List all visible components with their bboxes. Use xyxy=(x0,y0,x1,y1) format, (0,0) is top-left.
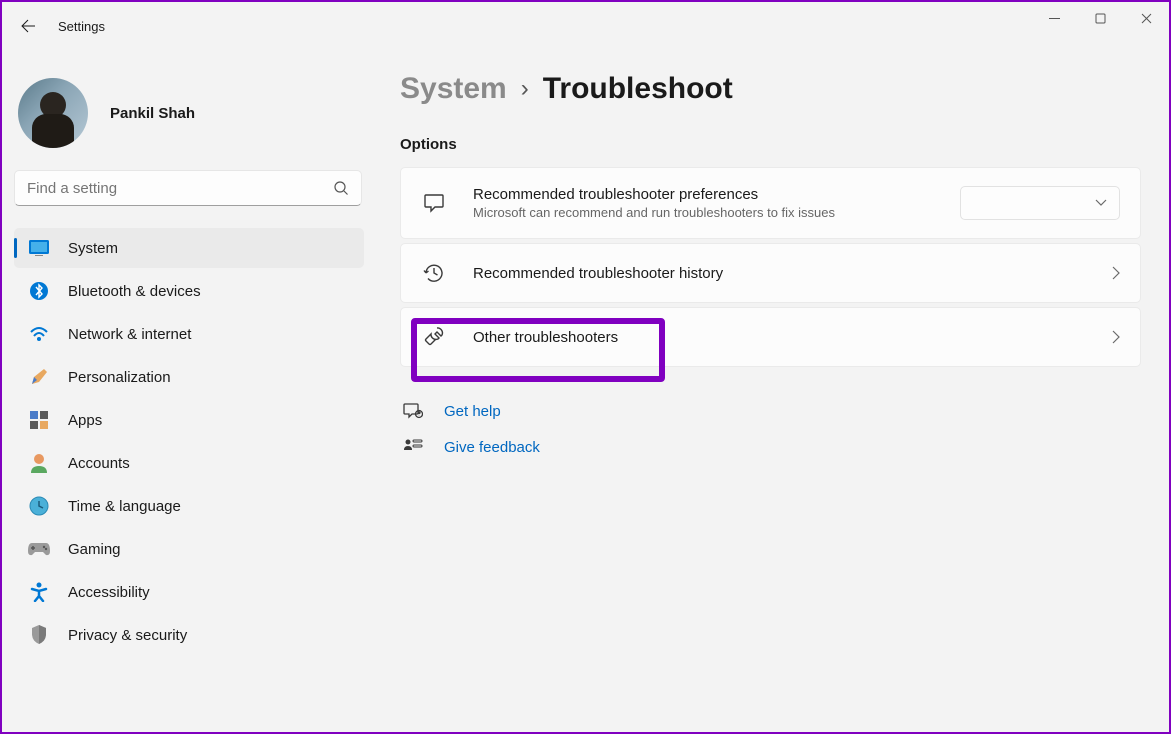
sidebar-item-label: Apps xyxy=(68,412,102,429)
card-title: Recommended troubleshooter preferences xyxy=(473,186,942,203)
sidebar-item-bluetooth[interactable]: Bluetooth & devices xyxy=(14,271,364,311)
sidebar-item-label: Privacy & security xyxy=(68,627,187,644)
sidebar-item-network[interactable]: Network & internet xyxy=(14,314,364,354)
main-content: System › Troubleshoot Options Recommende… xyxy=(372,50,1169,732)
chevron-right-icon: › xyxy=(521,75,529,103)
sidebar-item-label: System xyxy=(68,240,118,257)
sidebar-item-label: Bluetooth & devices xyxy=(68,283,201,300)
minimize-button[interactable] xyxy=(1031,2,1077,34)
maximize-button[interactable] xyxy=(1077,2,1123,34)
close-button[interactable] xyxy=(1123,2,1169,34)
history-icon xyxy=(421,262,447,284)
card-title: Recommended troubleshooter history xyxy=(473,265,1112,282)
apps-icon xyxy=(28,409,50,431)
arrow-left-icon xyxy=(20,18,36,34)
close-icon xyxy=(1141,13,1152,24)
system-icon xyxy=(28,237,50,259)
sidebar-item-label: Accessibility xyxy=(68,584,150,601)
help-link-label: Give feedback xyxy=(444,439,540,456)
search-icon xyxy=(333,180,349,196)
titlebar: Settings xyxy=(2,2,1169,50)
minimize-icon xyxy=(1049,13,1060,24)
help-link-label: Get help xyxy=(444,403,501,420)
card-subtitle: Microsoft can recommend and run troubles… xyxy=(473,205,942,220)
network-icon xyxy=(28,323,50,345)
sidebar-item-accounts[interactable]: Accounts xyxy=(14,443,364,483)
sidebar-item-personalization[interactable]: Personalization xyxy=(14,357,364,397)
breadcrumb-parent[interactable]: System xyxy=(400,72,507,106)
chevron-down-icon xyxy=(1095,199,1107,207)
sidebar-item-label: Personalization xyxy=(68,369,171,386)
card-title: Other troubleshooters xyxy=(473,329,1112,346)
card-troubleshooter-preferences[interactable]: Recommended troubleshooter preferences M… xyxy=(400,167,1141,239)
accessibility-icon xyxy=(28,581,50,603)
help-links: Get help Give feedback xyxy=(400,393,1141,465)
personalization-icon xyxy=(28,366,50,388)
wrench-icon xyxy=(421,326,447,348)
sidebar-item-label: Accounts xyxy=(68,455,130,472)
bluetooth-icon xyxy=(28,280,50,302)
chevron-right-icon xyxy=(1112,330,1120,344)
window-title: Settings xyxy=(58,19,105,34)
preferences-dropdown[interactable] xyxy=(960,186,1120,220)
sidebar-item-gaming[interactable]: Gaming xyxy=(14,529,364,569)
sidebar-item-label: Gaming xyxy=(68,541,121,558)
time-icon xyxy=(28,495,50,517)
gaming-icon xyxy=(28,538,50,560)
accounts-icon xyxy=(28,452,50,474)
sidebar-item-privacy[interactable]: Privacy & security xyxy=(14,615,364,655)
feedback-icon xyxy=(400,437,426,457)
sidebar-item-label: Time & language xyxy=(68,498,181,515)
sidebar-item-system[interactable]: System xyxy=(14,228,364,268)
help-icon xyxy=(400,401,426,421)
section-title: Options xyxy=(400,136,1141,153)
sidebar-item-accessibility[interactable]: Accessibility xyxy=(14,572,364,612)
card-troubleshooter-history[interactable]: Recommended troubleshooter history xyxy=(400,243,1141,303)
card-other-troubleshooters[interactable]: Other troubleshooters xyxy=(400,307,1141,367)
get-help-link[interactable]: Get help xyxy=(400,393,1141,429)
breadcrumb: System › Troubleshoot xyxy=(400,72,1141,106)
sidebar-item-label: Network & internet xyxy=(68,326,191,343)
avatar xyxy=(18,78,88,148)
user-profile[interactable]: Pankil Shah xyxy=(10,66,372,166)
search-input[interactable] xyxy=(27,180,333,197)
sidebar-nav: System Bluetooth & devices Network & int… xyxy=(10,228,372,655)
privacy-icon xyxy=(28,624,50,646)
maximize-icon xyxy=(1095,13,1106,24)
sidebar-item-apps[interactable]: Apps xyxy=(14,400,364,440)
search-box[interactable] xyxy=(14,170,362,206)
chat-icon xyxy=(421,192,447,214)
sidebar-item-time[interactable]: Time & language xyxy=(14,486,364,526)
breadcrumb-current: Troubleshoot xyxy=(543,72,733,106)
user-name: Pankil Shah xyxy=(110,105,195,122)
give-feedback-link[interactable]: Give feedback xyxy=(400,429,1141,465)
sidebar: Pankil Shah System Bluetooth & devices xyxy=(2,50,372,732)
back-button[interactable] xyxy=(6,4,50,48)
chevron-right-icon xyxy=(1112,266,1120,280)
